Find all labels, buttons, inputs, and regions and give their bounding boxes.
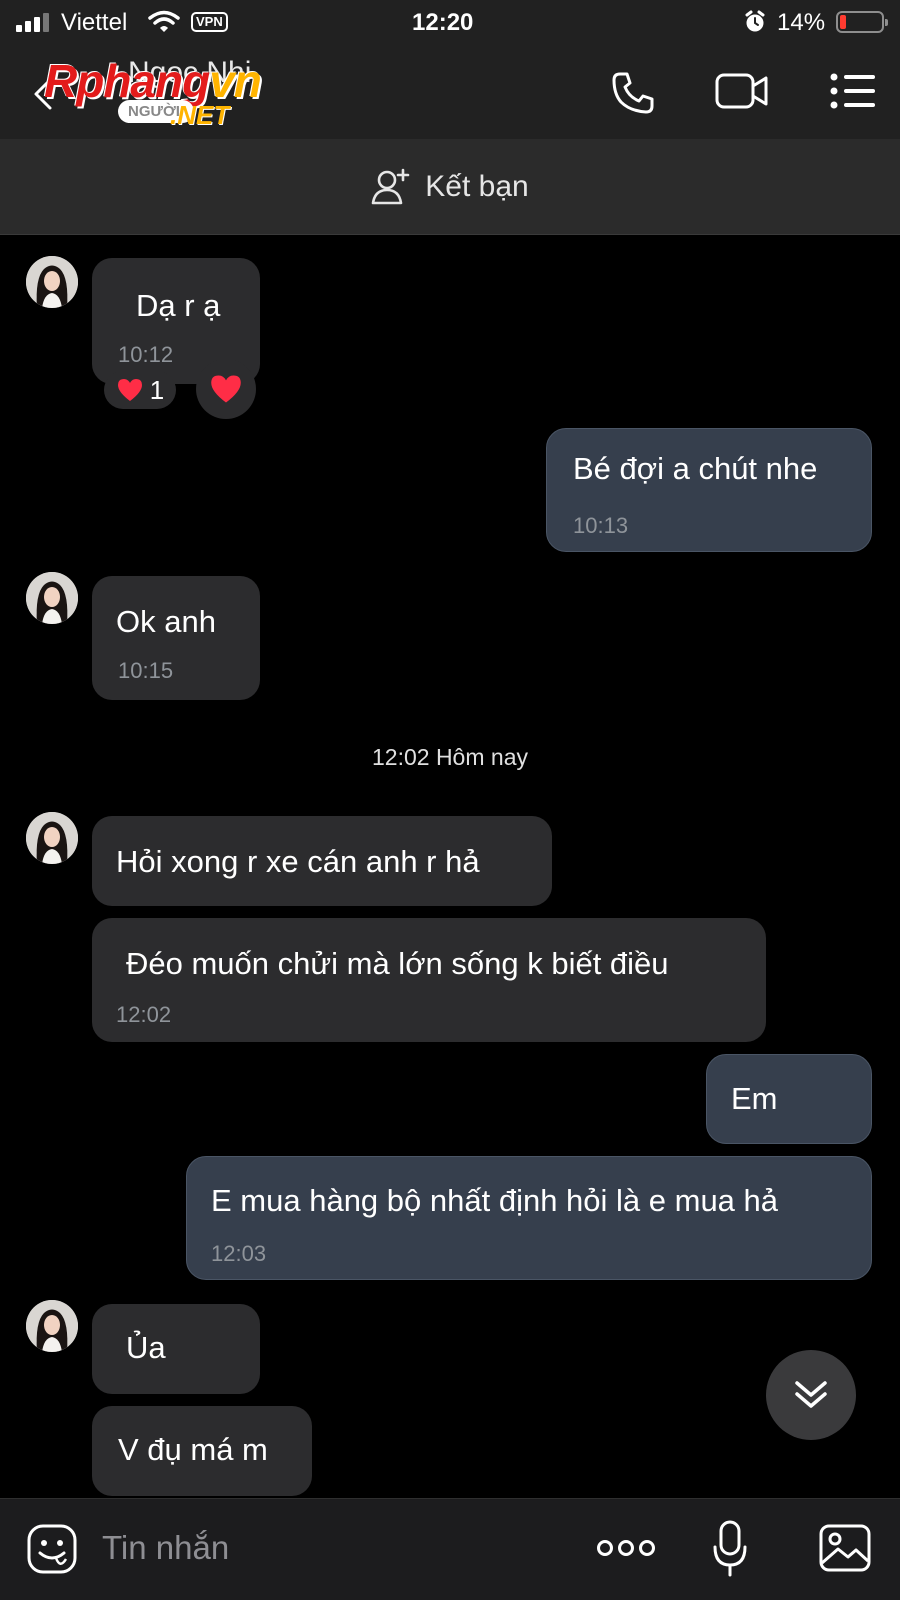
carrier-name: Viettel bbox=[61, 9, 128, 36]
status-bar: Viettel VPN 12:20 14% bbox=[0, 0, 900, 44]
message-text: Em bbox=[731, 1081, 778, 1116]
add-friend-icon bbox=[371, 168, 410, 204]
message-text: Hỏi xong r xe cán anh r hả bbox=[116, 844, 480, 879]
message-time: 12:02 bbox=[116, 1002, 172, 1027]
message-text: E mua hàng bộ nhất định hỏi là e mua hả bbox=[211, 1183, 779, 1218]
message-bubble-incoming[interactable]: Đéo muốn chửi mà lớn sống k biết điều 12… bbox=[92, 918, 766, 1042]
message-composer bbox=[0, 1498, 900, 1600]
watermark-logo: Rphangvn NGƯỜI .NET bbox=[44, 54, 324, 134]
image-icon[interactable] bbox=[818, 1523, 872, 1573]
scroll-to-bottom-button[interactable] bbox=[766, 1350, 856, 1440]
watermark-net: .NET bbox=[170, 100, 230, 130]
add-friend-button[interactable]: Kết bạn bbox=[0, 139, 900, 235]
message-bubble-incoming[interactable]: V đụ má m bbox=[92, 1406, 312, 1496]
message-bubble-outgoing[interactable]: Em bbox=[706, 1054, 872, 1144]
message-text: V đụ má m bbox=[118, 1432, 268, 1467]
phone-icon[interactable] bbox=[610, 70, 656, 116]
chat-header: Ngọc Nhi Rphangvn NGƯỜI .NET bbox=[0, 44, 900, 139]
react-heart-button[interactable] bbox=[196, 359, 256, 419]
alarm-icon bbox=[745, 10, 765, 32]
message-bubble-outgoing[interactable]: Bé đợi a chút nhe 10:13 bbox=[546, 428, 872, 552]
sticker-icon[interactable] bbox=[26, 1523, 78, 1575]
message-input[interactable] bbox=[102, 1525, 562, 1571]
message-text: Dạ r ạ bbox=[136, 288, 221, 323]
double-chevron-down-icon bbox=[795, 1381, 827, 1408]
message-bubble-outgoing[interactable]: E mua hàng bộ nhất định hỏi là e mua hả … bbox=[186, 1156, 872, 1280]
status-time: 12:20 bbox=[412, 9, 474, 36]
message-time: 10:12 bbox=[118, 342, 174, 367]
message-time: 12:03 bbox=[211, 1241, 267, 1266]
menu-icon[interactable] bbox=[830, 72, 876, 110]
contact-avatar[interactable] bbox=[26, 572, 78, 624]
wifi-icon bbox=[148, 10, 180, 32]
battery-icon bbox=[836, 11, 888, 33]
message-time: 10:15 bbox=[118, 658, 174, 683]
more-icon[interactable] bbox=[596, 1537, 656, 1559]
message-bubble-incoming[interactable]: Ok anh 10:15 bbox=[92, 576, 260, 700]
reaction-count[interactable]: 1 bbox=[104, 371, 176, 409]
day-separator: 12:02 Hôm nay bbox=[372, 744, 528, 770]
contact-avatar[interactable] bbox=[26, 256, 78, 308]
message-text: Đéo muốn chửi mà lớn sống k biết điều bbox=[126, 946, 669, 981]
battery-percent: 14% bbox=[777, 9, 826, 36]
contact-avatar[interactable] bbox=[26, 1300, 78, 1352]
video-call-icon[interactable] bbox=[714, 70, 770, 112]
heart-icon bbox=[211, 375, 241, 403]
add-friend-label: Kết bạn bbox=[425, 169, 529, 203]
message-text: Ok anh bbox=[116, 604, 216, 639]
signal-icon bbox=[16, 12, 49, 32]
message-time: 10:13 bbox=[573, 513, 629, 538]
vpn-badge: VPN bbox=[191, 12, 228, 32]
message-text: Bé đợi a chút nhe bbox=[573, 451, 818, 486]
reaction-count-value: 1 bbox=[149, 374, 165, 405]
microphone-icon[interactable] bbox=[712, 1519, 748, 1579]
message-text: Ủa bbox=[126, 1330, 166, 1365]
heart-icon bbox=[117, 379, 142, 401]
contact-avatar[interactable] bbox=[26, 812, 78, 864]
message-bubble-incoming[interactable]: Ủa bbox=[92, 1304, 260, 1394]
message-bubble-incoming[interactable]: Hỏi xong r xe cán anh r hả bbox=[92, 816, 552, 906]
